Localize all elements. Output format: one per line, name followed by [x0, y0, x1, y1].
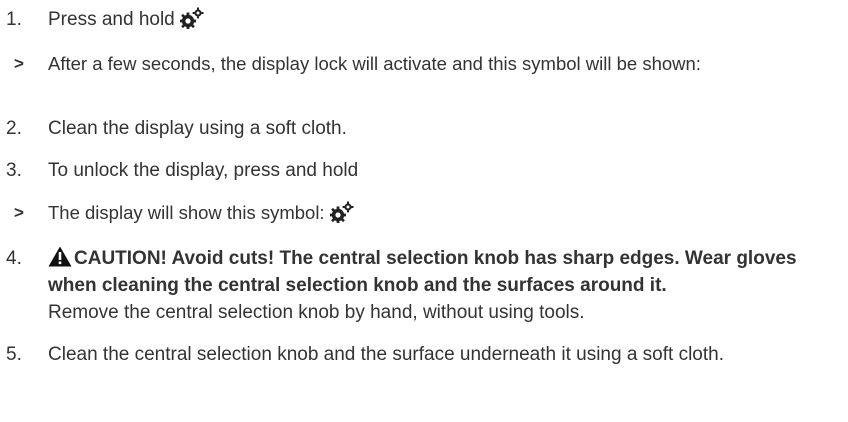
- step-number: 1.: [6, 9, 22, 30]
- list-item-result: > After a few seconds, the display lock …: [0, 50, 848, 104]
- caution-text: CAUTION! Avoid cuts! The central selecti…: [48, 248, 797, 296]
- list-item: 4. CAUTION! Avoid cuts! The central sele…: [0, 245, 848, 329]
- step-number: 3.: [6, 160, 22, 181]
- result-text: After a few seconds, the display lock wi…: [48, 53, 701, 74]
- list-item: 5. Clean the central selection knob and …: [0, 341, 848, 397]
- result-text: The display will show this symbol:: [48, 199, 838, 226]
- step-text: To unlock the display, press and hold: [48, 160, 359, 181]
- list-item-result: > The display will show this symbol:: [0, 199, 848, 227]
- step-number: 4.: [6, 248, 22, 269]
- result-marker: >: [14, 203, 24, 222]
- result-marker: >: [14, 54, 24, 73]
- list-item: 3. To unlock the display, press and hold: [0, 157, 848, 185]
- step-number: 2.: [6, 118, 22, 139]
- step-text: Press and hold: [48, 6, 838, 33]
- step-number: 5.: [6, 344, 22, 365]
- result-label: The display will show this symbol:: [48, 202, 325, 223]
- step-instruction: Remove the central selection knob by han…: [48, 302, 585, 323]
- list-item: 2. Clean the display using a soft cloth.: [0, 115, 848, 143]
- gear-icon: [179, 7, 204, 29]
- gear-icon: [329, 201, 354, 223]
- step-label: Press and hold: [48, 9, 175, 30]
- step-text: Clean the central selection knob and the…: [48, 344, 724, 365]
- step-text: Clean the display using a soft cloth.: [48, 118, 347, 139]
- list-item: 1. Press and hold: [0, 6, 848, 34]
- step-text: CAUTION! Avoid cuts! The central selecti…: [48, 245, 838, 326]
- warning-triangle-icon: [48, 246, 72, 267]
